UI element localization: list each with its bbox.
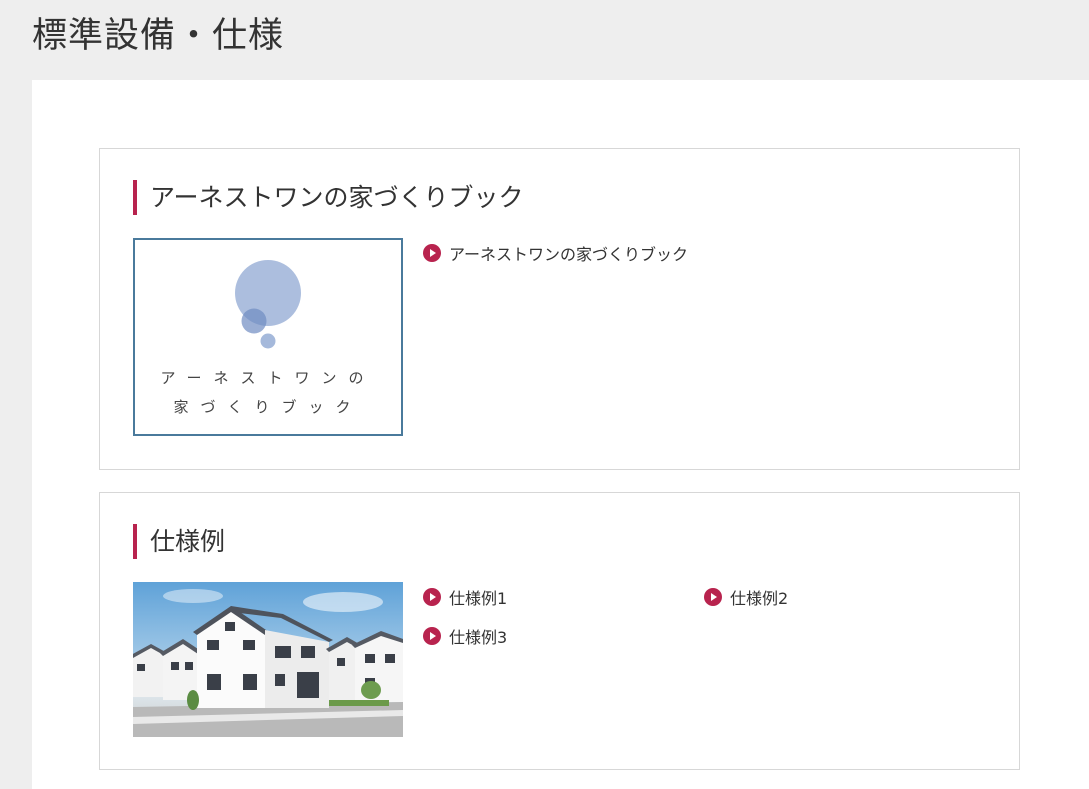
book-title-line1: アーネストワンの bbox=[160, 369, 375, 387]
play-circle-icon bbox=[704, 588, 722, 606]
main-content: アーネストワンの家づくりブック アーネストワンの 家づくりブック アーネストワン… bbox=[32, 80, 1089, 789]
section-spec-examples: 仕様例 仕様例1 仕様例2 仕様例3 bbox=[99, 492, 1020, 770]
section-book: アーネストワンの家づくりブック アーネストワンの 家づくりブック アーネストワン… bbox=[99, 148, 1020, 470]
house-photo-thumbnail[interactable] bbox=[133, 582, 403, 737]
play-circle-icon bbox=[423, 244, 441, 262]
link-label: アーネストワンの家づくりブック bbox=[449, 245, 689, 264]
link-book[interactable]: アーネストワンの家づくりブック bbox=[423, 241, 688, 265]
link-spec-example-2[interactable]: 仕様例2 bbox=[704, 585, 788, 609]
link-spec-example-1[interactable]: 仕様例1 bbox=[423, 585, 507, 609]
link-label: 仕様例2 bbox=[730, 589, 789, 608]
book-title-line2: 家づくりブック bbox=[173, 398, 362, 416]
book-cover-image: アーネストワンの 家づくりブック bbox=[160, 260, 375, 416]
section-heading: アーネストワンの家づくりブック bbox=[133, 180, 524, 215]
link-label: 仕様例3 bbox=[449, 628, 508, 647]
play-circle-icon bbox=[423, 588, 441, 606]
link-label: 仕様例1 bbox=[449, 589, 508, 608]
page-title: 標準設備・仕様 bbox=[32, 16, 285, 56]
link-spec-example-3[interactable]: 仕様例3 bbox=[423, 624, 507, 648]
section-heading: 仕様例 bbox=[133, 524, 225, 559]
house-photo bbox=[133, 589, 403, 737]
play-circle-icon bbox=[423, 627, 441, 645]
book-thumbnail[interactable]: アーネストワンの 家づくりブック bbox=[133, 238, 403, 436]
